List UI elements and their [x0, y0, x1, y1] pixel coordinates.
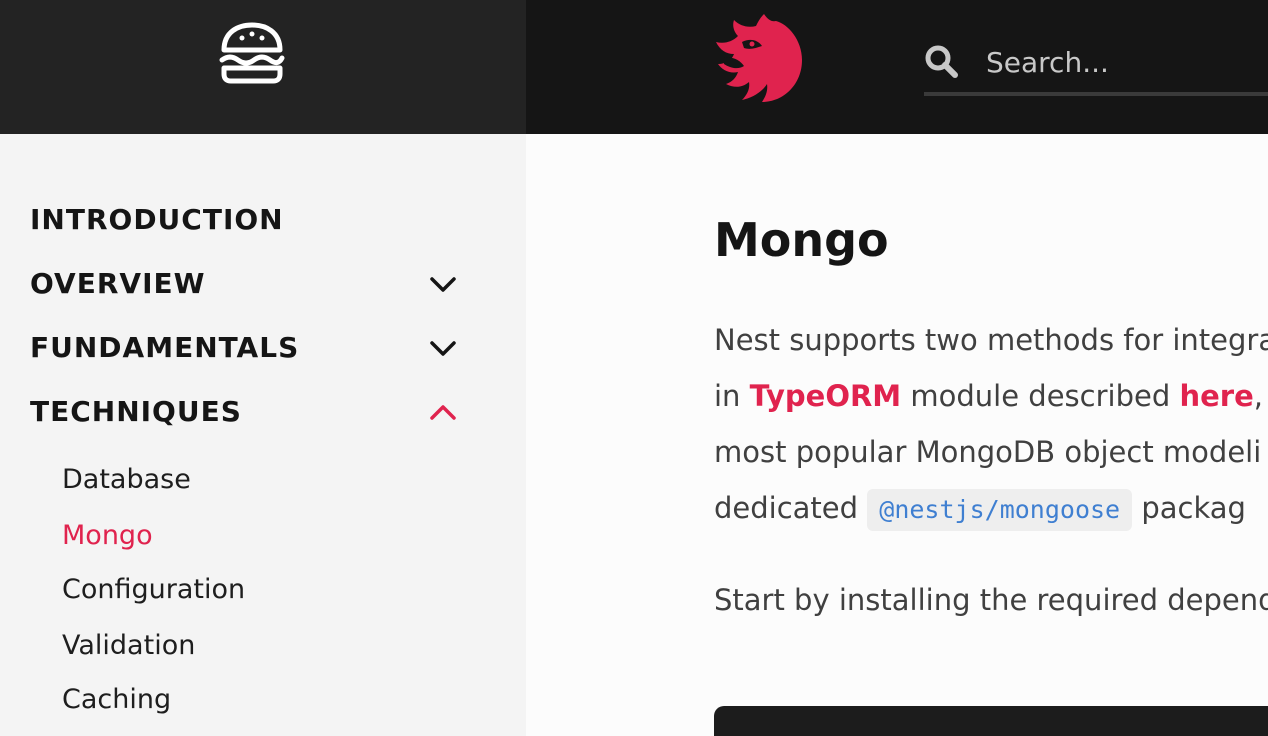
sidebar-section-overview[interactable]: OVERVIEW	[30, 264, 470, 304]
sidebar-section-label: FUNDAMENTALS	[30, 331, 300, 364]
sidebar-section-techniques[interactable]: TECHNIQUES	[30, 392, 470, 432]
inline-code: @nestjs/mongoose	[867, 489, 1133, 531]
sidebar-section-fundamentals[interactable]: FUNDAMENTALS	[30, 328, 470, 368]
text-fragment: , w	[1253, 379, 1268, 413]
nestjs-logo[interactable]	[712, 12, 806, 104]
sidebar-item-mongo[interactable]: Mongo	[62, 516, 153, 556]
typeorm-link[interactable]: TypeORM	[750, 379, 902, 413]
top-bar	[0, 0, 1268, 134]
sidebar-section-introduction[interactable]: INTRODUCTION	[30, 200, 470, 240]
text-fragment: dedicated	[714, 491, 868, 525]
text-fragment: packag	[1132, 491, 1246, 525]
sidebar-section-label: OVERVIEW	[30, 267, 206, 300]
search-input[interactable]	[986, 40, 1268, 84]
search-bar	[924, 38, 1268, 96]
sidebar-section-label: INTRODUCTION	[30, 203, 284, 236]
sidebar-item-caching[interactable]: Caching	[62, 680, 171, 720]
sidebar: INTRODUCTION OVERVIEW FUNDAMENTALS TECHN…	[0, 134, 526, 736]
chevron-down-icon[interactable]	[428, 270, 458, 298]
burger-icon[interactable]	[218, 22, 286, 84]
paragraph-line: in TypeORM module described here, w	[714, 376, 1268, 416]
top-bar-left	[0, 0, 526, 134]
chevron-up-icon[interactable]	[428, 398, 458, 426]
sidebar-item-database[interactable]: Database	[62, 460, 191, 500]
sidebar-item-configuration[interactable]: Configuration	[62, 570, 245, 610]
paragraph-line: Start by installing the required depend	[714, 583, 1268, 617]
sidebar-item-validation[interactable]: Validation	[62, 626, 195, 666]
text-fragment: in	[714, 379, 750, 413]
sidebar-section-label: TECHNIQUES	[30, 395, 242, 428]
chevron-down-icon[interactable]	[428, 334, 458, 362]
text-fragment: module described	[901, 379, 1180, 413]
page-title: Mongo	[714, 213, 889, 267]
paragraph-line: dedicated @nestjs/mongoose packag	[714, 488, 1246, 531]
here-link[interactable]: here	[1179, 379, 1253, 413]
search-icon[interactable]	[924, 44, 958, 78]
code-block	[714, 706, 1268, 736]
paragraph-line: Nest supports two methods for integra	[714, 323, 1268, 357]
paragraph-line: most popular MongoDB object modeli	[714, 435, 1262, 469]
main-content: Mongo Nest supports two methods for inte…	[526, 134, 1268, 736]
